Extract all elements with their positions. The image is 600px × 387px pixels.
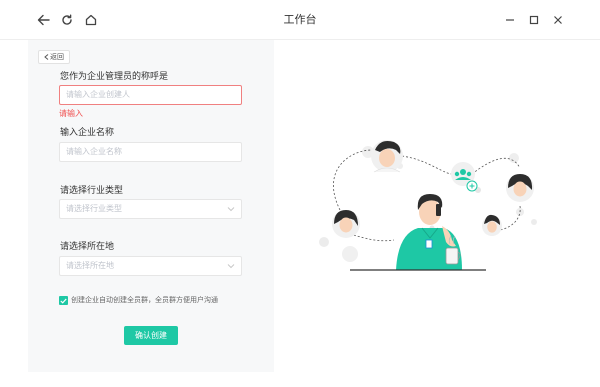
auto-group-checkbox[interactable] — [59, 296, 68, 305]
close-icon[interactable] — [550, 12, 566, 28]
maximize-icon[interactable] — [526, 12, 542, 28]
confirm-create-button[interactable]: 确认创建 — [124, 326, 178, 345]
auto-group-text: 创建企业自动创建全员群，全员群方便用户沟通 — [71, 296, 218, 304]
company-input[interactable]: 请输入企业名称 — [59, 142, 242, 162]
location-select-placeholder: 请选择所在地 — [66, 261, 114, 270]
name-input[interactable]: 请输入企业创建人 — [59, 85, 242, 105]
back-button[interactable]: 返回 — [38, 50, 70, 64]
title-bar: 工作台 — [0, 0, 600, 40]
chevron-down-icon — [227, 264, 235, 269]
location-label: 请选择所在地 — [60, 242, 115, 252]
team-illustration — [319, 140, 537, 271]
back-arrow-icon[interactable] — [35, 12, 51, 28]
chevron-down-icon — [227, 207, 235, 212]
industry-select-placeholder: 请选择行业类型 — [66, 204, 122, 213]
industry-label: 请选择行业类型 — [60, 186, 124, 196]
back-button-label: 返回 — [50, 53, 64, 61]
name-error-text: 请输入 — [59, 109, 83, 118]
chevron-left-icon — [44, 54, 49, 60]
minimize-icon[interactable] — [502, 12, 518, 28]
company-label: 输入企业名称 — [60, 128, 115, 138]
industry-select[interactable]: 请选择行业类型 — [59, 199, 242, 219]
name-label: 您作为企业管理员的称呼是 — [60, 72, 169, 82]
location-select[interactable]: 请选择所在地 — [59, 256, 242, 276]
refresh-icon[interactable] — [59, 12, 75, 28]
home-icon[interactable] — [83, 12, 99, 28]
checkmark-icon — [60, 298, 67, 304]
